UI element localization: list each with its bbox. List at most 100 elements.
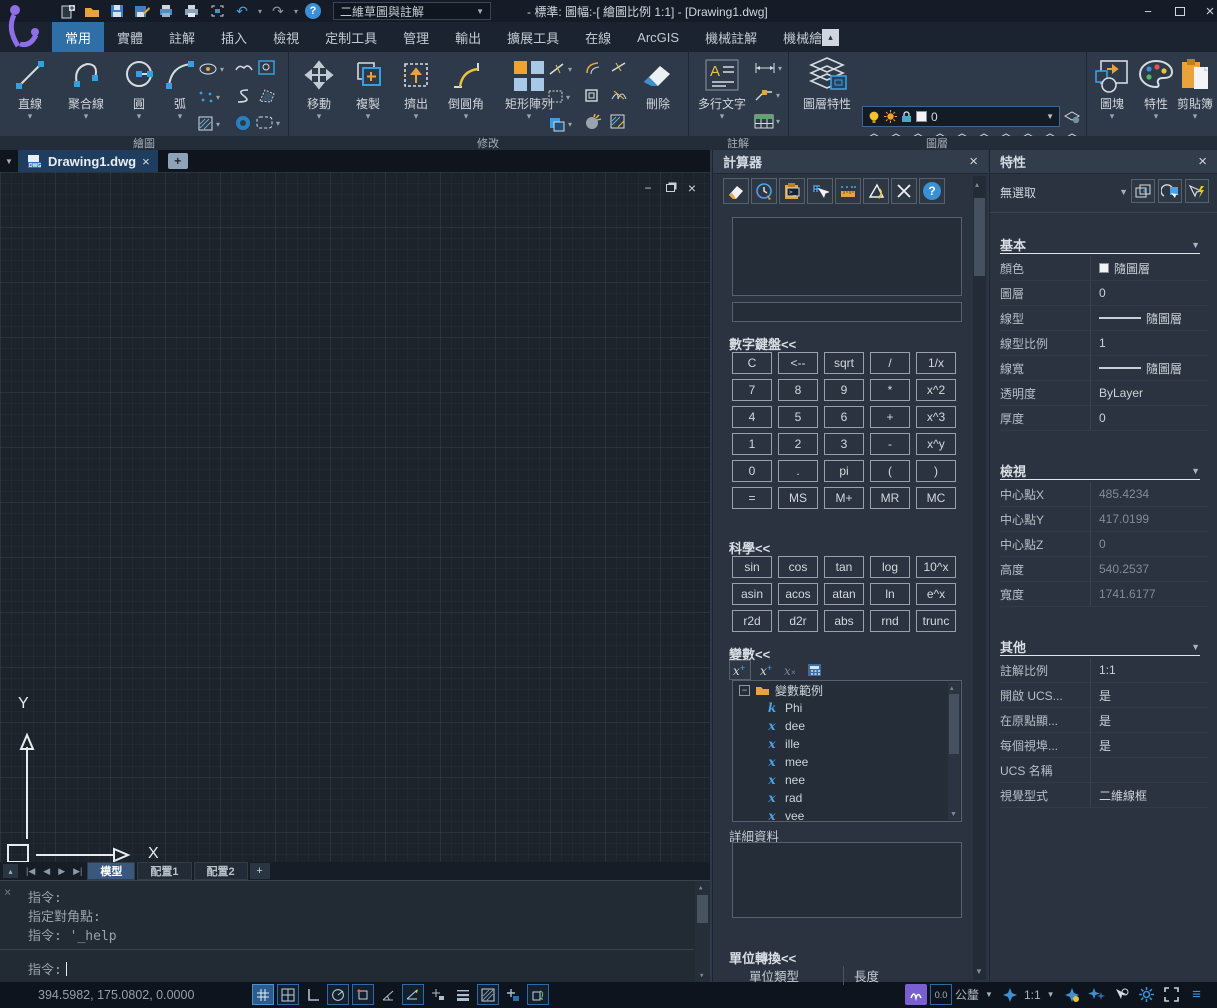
undo-dropdown-icon[interactable]: [258, 7, 262, 16]
calc-key[interactable]: .: [778, 460, 818, 482]
maximize-button[interactable]: [1166, 0, 1194, 22]
polyline-button[interactable]: 聚合線: [56, 56, 116, 132]
doc-tab-menu-button[interactable]: [0, 157, 18, 166]
viewport-close-button[interactable]: [682, 180, 702, 196]
scroll-down-icon[interactable]: [950, 811, 957, 818]
calc-key[interactable]: cos: [778, 556, 818, 578]
new-file-icon[interactable]: [58, 2, 76, 20]
measure-distance-icon[interactable]: [835, 178, 861, 204]
fillet-dropdown-icon[interactable]: [464, 112, 469, 121]
scale-dropdown-icon[interactable]: [1047, 990, 1055, 999]
calc-key[interactable]: ): [916, 460, 956, 482]
next-layout-icon[interactable]: [55, 866, 68, 877]
property-value[interactable]: 0: [1090, 406, 1208, 430]
calc-key[interactable]: e^x: [916, 583, 956, 605]
calc-key[interactable]: r2d: [732, 610, 772, 632]
grid-icon[interactable]: [252, 984, 274, 1005]
calc-key[interactable]: acos: [778, 583, 818, 605]
layer-select[interactable]: 0: [862, 106, 1060, 127]
arc-button[interactable]: 弧: [162, 56, 198, 132]
calc-key[interactable]: /: [870, 352, 910, 374]
command-input[interactable]: 指令:: [28, 959, 67, 978]
redo-dropdown-icon[interactable]: [294, 7, 298, 16]
sun-icon[interactable]: [884, 110, 897, 123]
move-dropdown-icon[interactable]: [317, 112, 322, 121]
calc-key[interactable]: 4: [732, 406, 772, 428]
collapse-section-icon[interactable]: [1191, 466, 1200, 476]
property-value[interactable]: 1741.6177: [1090, 582, 1208, 606]
calc-key[interactable]: d2r: [778, 610, 818, 632]
scrollbar-thumb[interactable]: [949, 694, 959, 754]
undo-icon[interactable]: [233, 2, 251, 20]
tab-layout1[interactable]: 配置1: [137, 862, 191, 880]
move-button[interactable]: 移動: [296, 56, 342, 132]
property-value[interactable]: 0: [1090, 532, 1208, 556]
explode-icon[interactable]: [584, 114, 602, 130]
close-command-icon[interactable]: [4, 885, 11, 899]
collapse-section-icon[interactable]: [1191, 240, 1200, 250]
lock-icon[interactable]: [901, 111, 912, 123]
tab-arcgis[interactable]: ArcGIS: [624, 22, 692, 52]
rectangle-icon[interactable]: [258, 60, 276, 76]
boundary-icon[interactable]: [256, 116, 280, 130]
tab-insert[interactable]: 插入: [208, 22, 260, 52]
new-layout-button[interactable]: [250, 863, 270, 879]
block-button[interactable]: 圖塊: [1090, 56, 1134, 132]
copy-dropdown-icon[interactable]: [366, 112, 371, 121]
toggle-pickadd-icon[interactable]: [1185, 179, 1209, 203]
leader-icon[interactable]: [754, 88, 780, 102]
mtext-dropdown-icon[interactable]: [720, 112, 725, 121]
close-doc-icon[interactable]: [142, 154, 150, 169]
gstar-assist-icon[interactable]: [905, 984, 927, 1005]
property-value[interactable]: 0: [1090, 281, 1208, 305]
clipboard-button[interactable]: 剪貼簿: [1174, 56, 1216, 132]
calc-key[interactable]: -: [870, 433, 910, 455]
variable-item[interactable]: xdee: [733, 717, 961, 735]
paste-to-command-line-icon[interactable]: >_: [779, 178, 805, 204]
calc-key[interactable]: MC: [916, 487, 956, 509]
calc-key[interactable]: 6: [824, 406, 864, 428]
calc-key[interactable]: sqrt: [824, 352, 864, 374]
viewport-minimize-button[interactable]: [638, 180, 658, 196]
block-dropdown-icon[interactable]: [1110, 112, 1115, 121]
calc-key[interactable]: *: [870, 379, 910, 401]
trim-icon[interactable]: [548, 62, 572, 76]
calc-key[interactable]: <--: [778, 352, 818, 374]
variable-item[interactable]: xmee: [733, 753, 961, 771]
close-properties-icon[interactable]: [1198, 153, 1207, 170]
calc-key[interactable]: 0: [732, 460, 772, 482]
app-logo[interactable]: [2, 2, 52, 50]
calculator-mode-icon[interactable]: [807, 663, 822, 677]
variable-item[interactable]: xnee: [733, 771, 961, 789]
selection-cycling-icon[interactable]: [1111, 984, 1133, 1005]
annotation-scale-value[interactable]: 1:1: [1024, 988, 1041, 1002]
command-expand-icon[interactable]: [3, 864, 18, 878]
fullscreen-icon[interactable]: [1161, 984, 1183, 1005]
print-icon[interactable]: [183, 2, 201, 20]
property-value[interactable]: 二維線框: [1090, 783, 1208, 807]
variable-item[interactable]: xille: [733, 735, 961, 753]
tab-manage[interactable]: 管理: [390, 22, 442, 52]
get-coordinates-icon[interactable]: [807, 178, 833, 204]
calc-key[interactable]: 10^x: [916, 556, 956, 578]
save-as-icon[interactable]: [133, 2, 151, 20]
property-value[interactable]: 1: [1090, 331, 1208, 355]
calc-key[interactable]: =: [732, 487, 772, 509]
circle-button[interactable]: 圓: [118, 56, 160, 132]
annotation-visibility-icon[interactable]: [1061, 984, 1083, 1005]
calc-key[interactable]: tan: [824, 556, 864, 578]
line-button[interactable]: 直線: [6, 56, 54, 132]
new-variable-icon[interactable]: x+: [729, 660, 751, 680]
section-other[interactable]: 其他: [1000, 638, 1200, 656]
redo-icon[interactable]: [269, 2, 287, 20]
quick-select-icon[interactable]: [1131, 179, 1155, 203]
lineweight-icon[interactable]: [452, 984, 474, 1005]
first-layout-icon[interactable]: [23, 866, 38, 877]
transparency-icon[interactable]: [477, 984, 499, 1005]
open-file-icon[interactable]: [83, 2, 101, 20]
dimension-icon[interactable]: [754, 62, 782, 74]
tab-output[interactable]: 輸出: [442, 22, 494, 52]
section-basic[interactable]: 基本: [1000, 236, 1200, 254]
tab-model[interactable]: 模型: [87, 862, 135, 880]
dynamic-coords-icon[interactable]: 0.0: [930, 984, 952, 1005]
